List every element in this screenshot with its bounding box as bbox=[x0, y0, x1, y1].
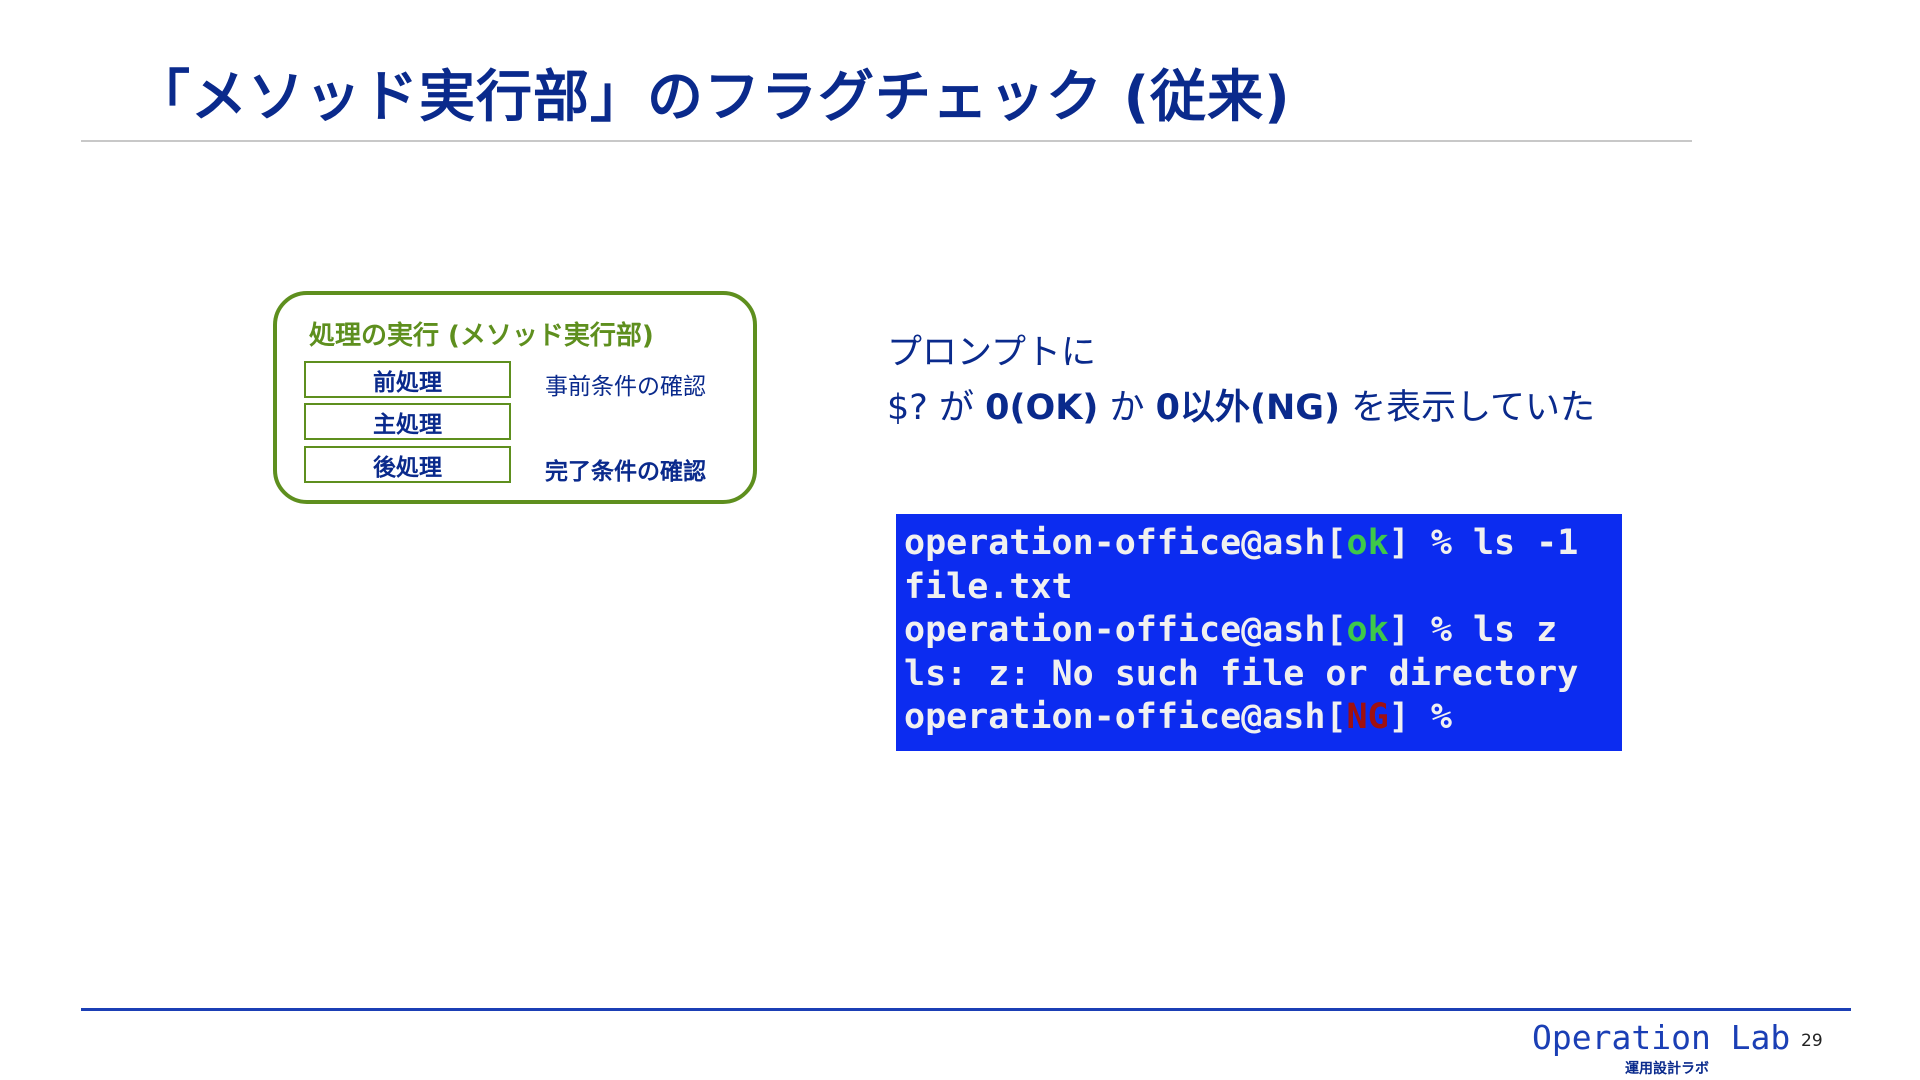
explanation-ng: 0以外(NG) bbox=[1155, 388, 1340, 428]
explanation-prefix: $? が bbox=[887, 388, 986, 428]
terminal-line-2: file.txt bbox=[904, 566, 1073, 607]
diagram-title: 処理の実行 (メソッド実行部) bbox=[309, 321, 654, 351]
brand-subtitle: 運用設計ラボ bbox=[1625, 1061, 1709, 1077]
step-post-process: 後処理 bbox=[304, 446, 511, 483]
pre-condition-check: 事前条件の確認 bbox=[545, 374, 706, 400]
step-main-process: 主処理 bbox=[304, 403, 511, 440]
method-execution-diagram: 処理の実行 (メソッド実行部) 前処理 事前条件の確認 主処理 後処理 完了条件… bbox=[273, 291, 757, 504]
prompt-host: operation-office@ash bbox=[904, 697, 1326, 737]
prompt-host: operation-office@ash bbox=[904, 610, 1326, 650]
explanation-suffix: を表示していた bbox=[1339, 388, 1596, 428]
footer-divider bbox=[81, 1008, 1851, 1011]
terminal-command-2: % ls z bbox=[1409, 610, 1558, 650]
terminal-line-3: operation-office@ash[ok] % ls z bbox=[904, 610, 1558, 650]
terminal-screenshot: operation-office@ash[ok] % ls -1 file.txt… bbox=[896, 514, 1622, 751]
terminal-command-1: % ls -1 bbox=[1409, 523, 1579, 563]
explanation-text: プロンプトに $? が 0(OK) か 0以外(NG) を表示していた bbox=[887, 326, 1595, 436]
terminal-line-1: operation-office@ash[ok] % ls -1 bbox=[904, 523, 1579, 563]
prompt-status-ok: ok bbox=[1346, 610, 1389, 650]
prompt-status-ng: NG bbox=[1346, 697, 1389, 737]
explanation-line-2: $? が 0(OK) か 0以外(NG) を表示していた bbox=[887, 381, 1595, 436]
title-divider bbox=[81, 140, 1692, 142]
terminal-command-3: % bbox=[1409, 697, 1452, 737]
explanation-mid: か bbox=[1098, 388, 1156, 428]
completion-condition-check: 完了条件の確認 bbox=[545, 459, 706, 485]
slide: 「メソッド実行部」のフラグチェック (従来) 処理の実行 (メソッド実行部) 前… bbox=[0, 0, 1920, 1080]
terminal-line-4: ls: z: No such file or directory bbox=[904, 653, 1579, 694]
prompt-status-ok: ok bbox=[1346, 523, 1389, 563]
terminal-line-5: operation-office@ash[NG] % bbox=[904, 697, 1452, 737]
prompt-host: operation-office@ash bbox=[904, 523, 1326, 563]
step-pre-process: 前処理 bbox=[304, 361, 511, 398]
explanation-line-1: プロンプトに bbox=[887, 333, 1096, 373]
brand-logo-text: Operation Lab bbox=[1532, 1018, 1791, 1057]
page-number: 29 bbox=[1801, 1031, 1823, 1051]
explanation-ok: 0(OK) bbox=[985, 388, 1099, 428]
slide-title: 「メソッド実行部」のフラグチェック (従来) bbox=[134, 65, 1291, 130]
